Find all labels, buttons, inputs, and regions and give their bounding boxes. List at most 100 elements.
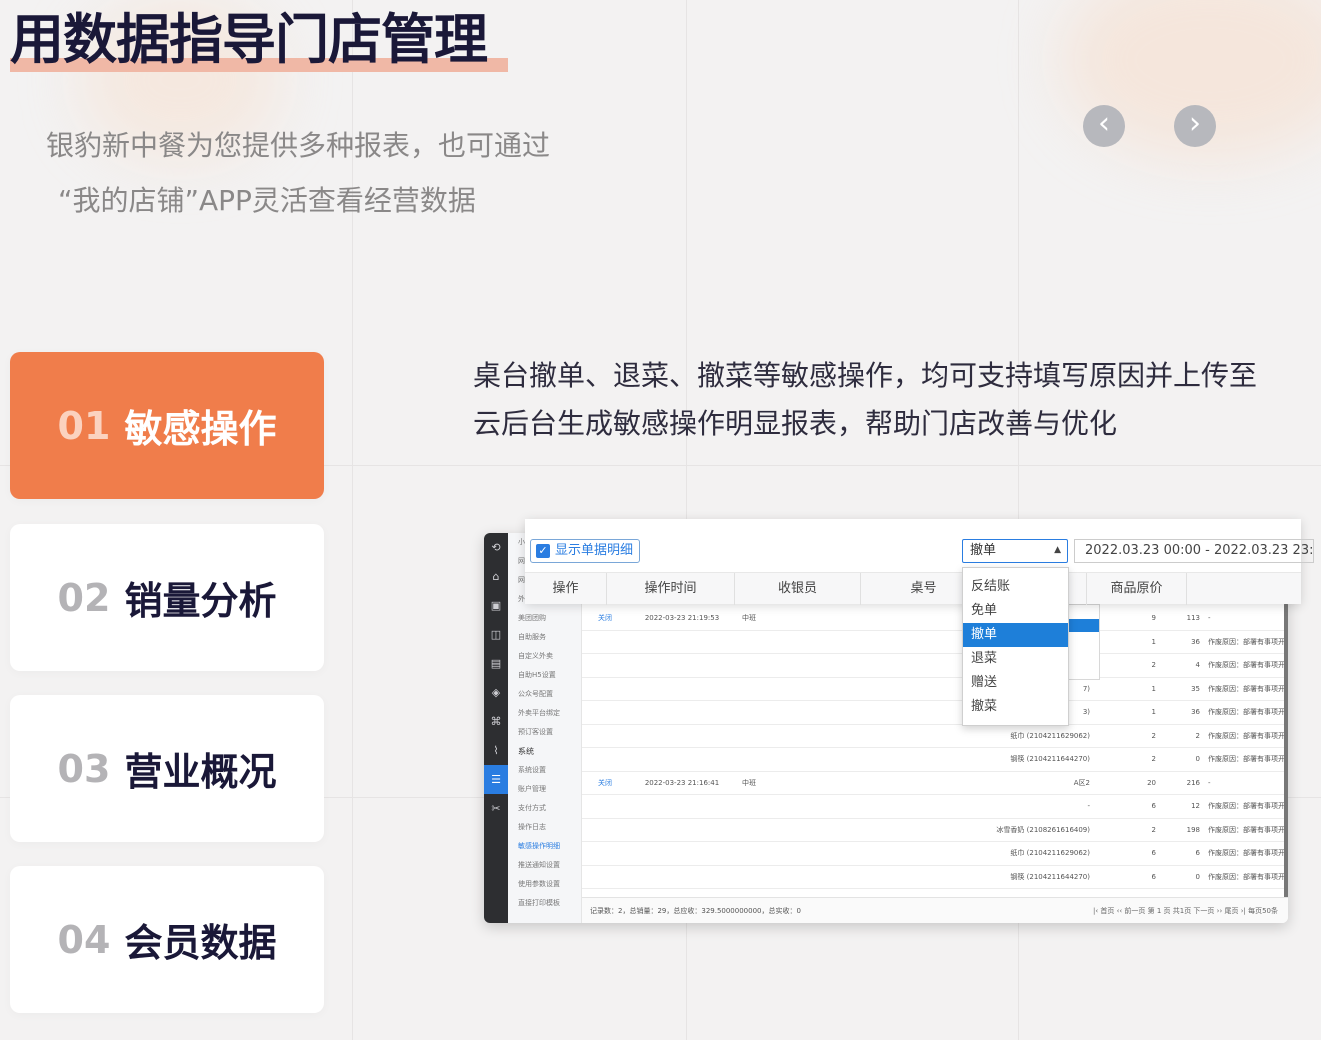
table-cell: 作废原因：部署有事项开 <box>1208 661 1284 670</box>
menu-item: 使用参数设置 <box>518 880 560 888</box>
table-header: 操作操作时间收银员桌号商品数量商品原价 <box>525 572 1301 605</box>
next-slide-button[interactable]: › <box>1174 105 1216 147</box>
table-cell: 0 <box>1195 755 1200 764</box>
table-cell: 关闭 <box>598 614 612 623</box>
table-cell: 2022-03-23 21:19:53 <box>644 614 720 623</box>
page-subtitle: 银豹新中餐为您提供多种报表，也可通过 “我的店铺”APP灵活查看经营数据 <box>46 118 646 228</box>
table-row: - 6 12 作废原因：部署有事项开 <box>582 795 1288 819</box>
tab-number: 04 <box>57 917 111 962</box>
menu-item: 支付方式 <box>518 804 546 812</box>
tab-sales-analysis[interactable]: 02 销量分析 <box>10 524 324 671</box>
menu-item: 预订客设置 <box>518 728 553 736</box>
table-cell: 纸巾 (2104211629062) <box>1010 849 1090 858</box>
tab-label: 会员数据 <box>124 921 277 965</box>
menu-item: 直接打印模板 <box>518 899 560 907</box>
table-row: 纸巾 (2104211629062) 6 6 作废原因：部署有事项开 <box>582 842 1288 866</box>
menu-item: 美团团购 <box>518 614 546 622</box>
tab-label: 敏感操作 <box>124 407 277 451</box>
table-cell: 6 <box>1151 802 1156 811</box>
tab-label: 营业概况 <box>124 750 277 794</box>
menu-item: 自定义外卖 <box>518 652 553 660</box>
tab-sensitive-operations[interactable]: 01 敏感操作 <box>10 352 324 499</box>
dropdown-option: 反结账 <box>971 579 1011 594</box>
dropdown-option: 撤菜 <box>971 699 998 714</box>
operation-type-value: 撤单 <box>970 543 997 558</box>
table-cell: 作废原因：部署有事项开 <box>1208 849 1284 858</box>
logo-icon: ⟲ <box>491 541 501 554</box>
tab-business-overview[interactable]: 03 营业概况 <box>10 695 324 842</box>
show-details-label: 显示单据明细 <box>555 543 634 558</box>
table-cell: 中班 <box>742 614 756 623</box>
table-cell: 198 <box>1186 825 1200 834</box>
checkmark-icon: ✓ <box>536 544 550 558</box>
table-cell: 0 <box>1195 872 1200 881</box>
table-cell: 1 <box>1151 684 1156 693</box>
table-cell: 6 <box>1195 849 1200 858</box>
menu-item: 自助服务 <box>518 633 546 641</box>
operation-type-select: 撤单 ▲ <box>962 539 1068 563</box>
table-cell: 12 <box>1191 802 1200 811</box>
table-cell: 6 <box>1151 849 1156 858</box>
table-row: 钢筷 (2104211644270) 2 0 作废原因：部署有事项开 <box>582 748 1288 772</box>
table-row: 1 36 作废原因：部署有事项开 <box>582 631 1288 654</box>
table-cell: 36 <box>1191 708 1200 717</box>
table-cell: 2 <box>1151 755 1156 764</box>
table-cell: 钢筷 (2104211644270) <box>1010 872 1090 881</box>
table-cell: 纸巾 (2104211629062) <box>1010 731 1090 740</box>
menu-item: 系统 <box>518 747 534 756</box>
tab-number: 01 <box>57 403 111 448</box>
operation-type-dropdown: 反结账 免单 撤单 退菜 赠送 撤菜 <box>962 567 1069 726</box>
column-header: 操作时间 <box>607 573 735 605</box>
table-cell: 2 <box>1195 731 1200 740</box>
chart-icon: ⌇ <box>493 744 499 757</box>
table-footer: 记录数：2，总销量：29，总应收：329.5000000000，总实收：0 |‹… <box>582 897 1288 923</box>
table-cell: 2 <box>1151 825 1156 834</box>
table-cell: - <box>1208 778 1211 787</box>
tab-member-data[interactable]: 04 会员数据 <box>10 866 324 1013</box>
table-cell: 作废原因：部署有事项开 <box>1208 755 1284 764</box>
menu-item: 外卖平台绑定 <box>518 709 560 717</box>
behind-dropdown-panel <box>1066 604 1100 680</box>
chevron-right-icon: › <box>1189 106 1201 141</box>
table-cell: 作废原因：部署有事项开 <box>1208 708 1284 717</box>
feature-description: 桌台撤单、退菜、撤菜等敏感操作，均可支持填写原因并上传至云后台生成敏感操作明显报… <box>473 359 1258 440</box>
dropdown-option: 免单 <box>971 603 998 618</box>
table-cell: 4 <box>1195 661 1200 670</box>
column-header: 操作 <box>525 573 607 605</box>
table-cell: 关闭 <box>598 778 612 787</box>
subtitle-line-1: 银豹新中餐为您提供多种报表，也可通过 <box>46 129 551 162</box>
subtitle-line-2: “我的店铺”APP灵活查看经营数据 <box>58 184 476 217</box>
table-row: 冰雪香奶 (2108261616409) 2 198 作废原因：部署有事项开 <box>582 819 1288 842</box>
table-row: 钢筷 (2104211644270) 6 0 作废原因：部署有事项开 <box>582 866 1288 889</box>
prev-slide-button[interactable]: ‹ <box>1083 105 1125 147</box>
tab-number: 02 <box>57 575 111 620</box>
table-cell: 作废原因：部署有事项开 <box>1208 802 1284 811</box>
column-header: 商品原价 <box>1087 573 1187 605</box>
table-cell: 中班 <box>742 778 756 787</box>
chevron-left-icon: ‹ <box>1098 106 1110 141</box>
table-row: 关闭 2022-03-23 21:16:41 中班 A区2 20 216- <box>582 772 1288 795</box>
table-cell: 作废原因：部署有事项开 <box>1208 684 1284 693</box>
table-cell: A区2 <box>1073 778 1090 787</box>
show-details-checkbox: ✓ 显示单据明细 <box>530 539 641 563</box>
column-header: 收银员 <box>735 573 861 605</box>
table-cell: 20 <box>1147 778 1156 787</box>
member-icon: ◈ <box>491 686 501 699</box>
table-cell: 作废原因：部署有事项开 <box>1208 825 1284 834</box>
table-cell: 作废原因：部署有事项开 <box>1208 872 1284 881</box>
table-cell: 2 <box>1151 731 1156 740</box>
page-title: 用数据指导门店管理 <box>10 8 488 71</box>
report-table: 关闭 2022-03-23 21:19:53 中班 9 113-1 36 作废原因：部署有事… <box>582 607 1288 889</box>
menu-item: 系统设置 <box>518 766 546 774</box>
tools-icon: ✂ <box>491 802 501 815</box>
table-cell: 作废原因：部署有事项开 <box>1208 637 1284 646</box>
menu-item: 账户管理 <box>518 785 546 793</box>
tab-number: 03 <box>57 746 111 791</box>
table-cell: 钢筷 (2104211644270) <box>1010 755 1090 764</box>
table-row: 3) 1 36 作废原因：部署有事项开 <box>582 701 1288 725</box>
inventory-icon: ◫ <box>490 628 502 641</box>
tab-label: 销量分析 <box>124 579 277 623</box>
table-scrollbar <box>1284 603 1288 899</box>
menu-item: 公众号配置 <box>518 690 553 698</box>
menu-item: 操作日志 <box>518 823 546 831</box>
